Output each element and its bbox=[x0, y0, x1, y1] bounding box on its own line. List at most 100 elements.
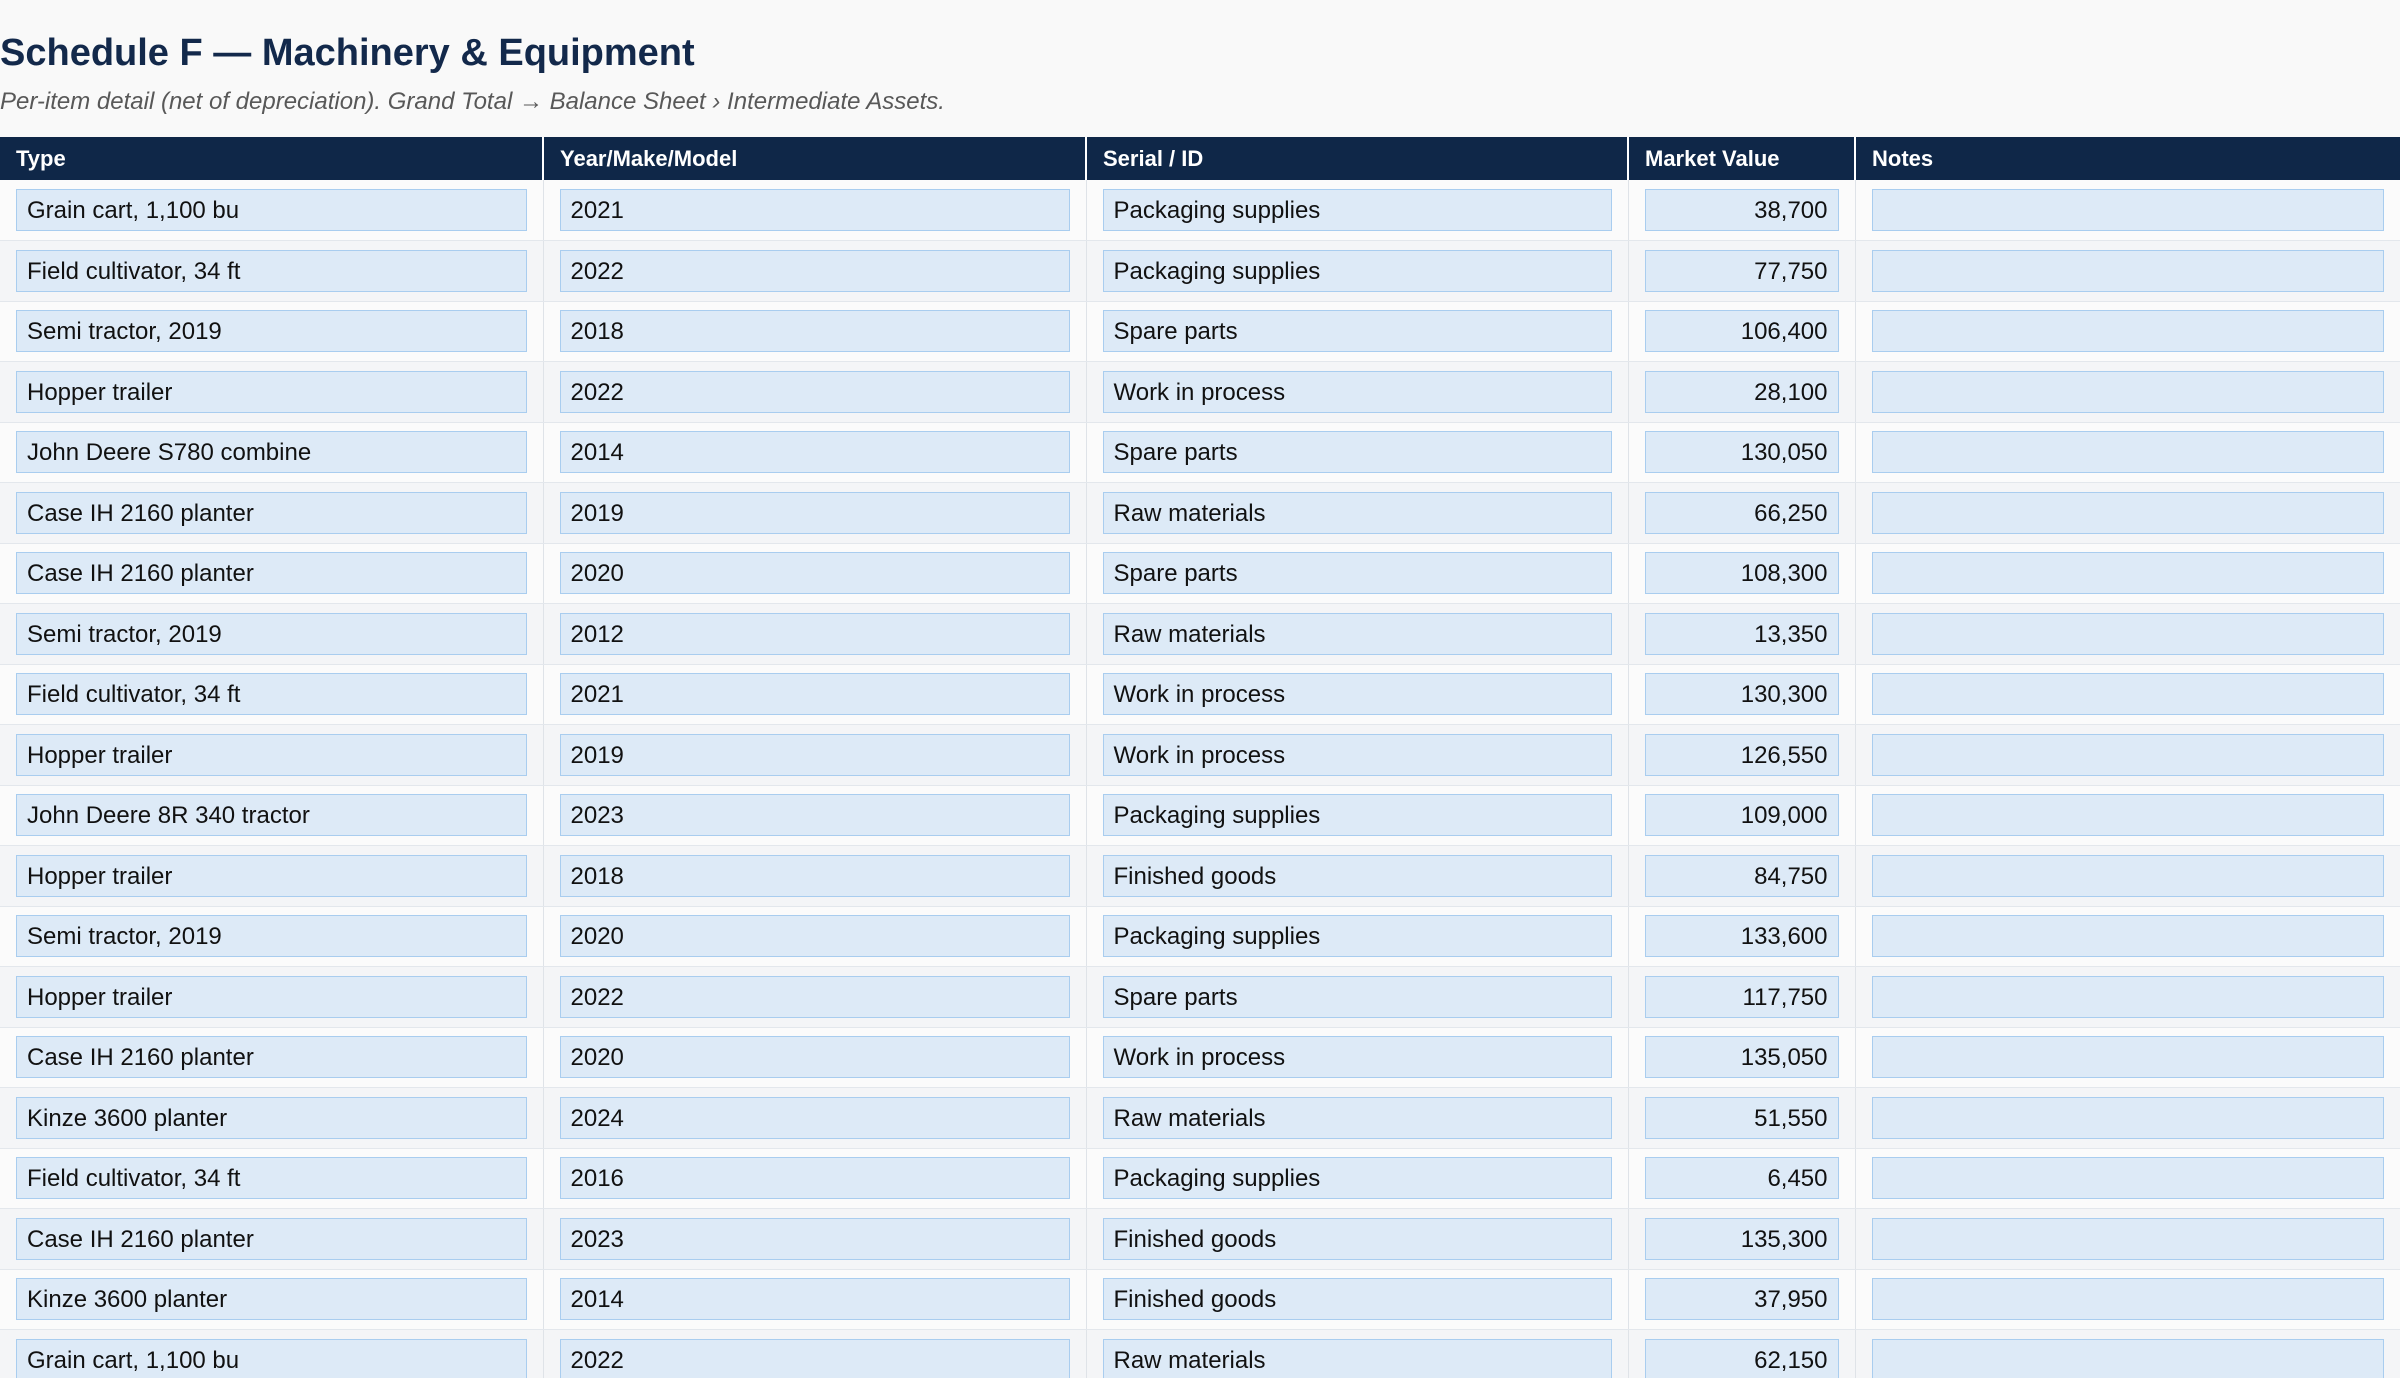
year-make-model-field[interactable]: 2021 bbox=[559, 189, 1070, 231]
type-field[interactable]: Hopper trailer bbox=[16, 975, 527, 1018]
notes-field[interactable] bbox=[1871, 1217, 2384, 1260]
type-field[interactable]: Grain cart, 1,100 bu bbox=[16, 1338, 527, 1378]
type-field[interactable]: Semi tractor, 2019 bbox=[16, 310, 527, 353]
notes-field[interactable] bbox=[1871, 370, 2384, 413]
type-field[interactable]: Field cultivator, 34 ft bbox=[16, 249, 527, 292]
serial-id-field[interactable]: Spare parts bbox=[1102, 975, 1612, 1018]
serial-id-field[interactable]: Packaging supplies bbox=[1102, 189, 1612, 231]
type-field[interactable]: Field cultivator, 34 ft bbox=[16, 1157, 527, 1200]
serial-id-field[interactable]: Packaging supplies bbox=[1102, 1157, 1612, 1200]
serial-id-field[interactable]: Packaging supplies bbox=[1102, 915, 1612, 958]
type-field[interactable]: Hopper trailer bbox=[16, 733, 527, 776]
serial-id-field[interactable]: Work in process bbox=[1102, 1036, 1612, 1079]
notes-field[interactable] bbox=[1871, 733, 2384, 776]
serial-id-field[interactable]: Raw materials bbox=[1102, 1338, 1612, 1378]
notes-field[interactable] bbox=[1871, 249, 2384, 292]
serial-id-field[interactable]: Work in process bbox=[1102, 370, 1612, 413]
notes-field[interactable] bbox=[1871, 854, 2384, 897]
type-field[interactable]: Hopper trailer bbox=[16, 370, 527, 413]
year-make-model-field[interactable]: 2022 bbox=[559, 975, 1070, 1018]
market-value-field[interactable]: 6,450 bbox=[1644, 1157, 1839, 1200]
notes-field[interactable] bbox=[1871, 491, 2384, 534]
type-field[interactable]: John Deere 8R 340 tractor bbox=[16, 794, 527, 837]
notes-field[interactable] bbox=[1871, 1036, 2384, 1079]
notes-field[interactable] bbox=[1871, 1096, 2384, 1139]
type-field[interactable]: Kinze 3600 planter bbox=[16, 1278, 527, 1321]
notes-field[interactable] bbox=[1871, 1157, 2384, 1200]
serial-id-field[interactable]: Spare parts bbox=[1102, 552, 1612, 595]
notes-field[interactable] bbox=[1871, 673, 2384, 716]
type-field[interactable]: Grain cart, 1,100 bu bbox=[16, 189, 527, 231]
year-make-model-field[interactable]: 2012 bbox=[559, 612, 1070, 655]
notes-field[interactable] bbox=[1871, 915, 2384, 958]
market-value-field[interactable]: 38,700 bbox=[1644, 189, 1839, 231]
type-field[interactable]: Field cultivator, 34 ft bbox=[16, 673, 527, 716]
type-field[interactable]: Case IH 2160 planter bbox=[16, 552, 527, 595]
serial-id-field[interactable]: Finished goods bbox=[1102, 1278, 1612, 1321]
year-make-model-field[interactable]: 2019 bbox=[559, 491, 1070, 534]
serial-id-field[interactable]: Packaging supplies bbox=[1102, 249, 1612, 292]
notes-field[interactable] bbox=[1871, 189, 2384, 231]
type-field[interactable]: Semi tractor, 2019 bbox=[16, 915, 527, 958]
notes-field[interactable] bbox=[1871, 552, 2384, 595]
serial-id-field[interactable]: Work in process bbox=[1102, 673, 1612, 716]
year-make-model-field[interactable]: 2016 bbox=[559, 1157, 1070, 1200]
year-make-model-field[interactable]: 2019 bbox=[559, 733, 1070, 776]
type-field[interactable]: Case IH 2160 planter bbox=[16, 491, 527, 534]
market-value-field[interactable]: 135,300 bbox=[1644, 1217, 1839, 1260]
year-make-model-field[interactable]: 2022 bbox=[559, 370, 1070, 413]
year-make-model-field[interactable]: 2022 bbox=[559, 1338, 1070, 1378]
type-field[interactable]: John Deere S780 combine bbox=[16, 431, 527, 474]
year-make-model-field[interactable]: 2021 bbox=[559, 673, 1070, 716]
serial-id-field[interactable]: Raw materials bbox=[1102, 1096, 1612, 1139]
serial-id-field[interactable]: Work in process bbox=[1102, 733, 1612, 776]
market-value-field[interactable]: 130,050 bbox=[1644, 431, 1839, 474]
market-value-field[interactable]: 135,050 bbox=[1644, 1036, 1839, 1079]
year-make-model-field[interactable]: 2018 bbox=[559, 854, 1070, 897]
market-value-field[interactable]: 109,000 bbox=[1644, 794, 1839, 837]
type-field[interactable]: Case IH 2160 planter bbox=[16, 1036, 527, 1079]
year-make-model-field[interactable]: 2018 bbox=[559, 310, 1070, 353]
market-value-field[interactable]: 106,400 bbox=[1644, 310, 1839, 353]
market-value-field[interactable]: 37,950 bbox=[1644, 1278, 1839, 1321]
type-field[interactable]: Case IH 2160 planter bbox=[16, 1217, 527, 1260]
year-make-model-field[interactable]: 2023 bbox=[559, 1217, 1070, 1260]
notes-field[interactable] bbox=[1871, 1278, 2384, 1321]
year-make-model-field[interactable]: 2024 bbox=[559, 1096, 1070, 1139]
notes-field[interactable] bbox=[1871, 612, 2384, 655]
serial-id-field[interactable]: Spare parts bbox=[1102, 310, 1612, 353]
type-field[interactable]: Kinze 3600 planter bbox=[16, 1096, 527, 1139]
year-make-model-field[interactable]: 2020 bbox=[559, 1036, 1070, 1079]
serial-id-field[interactable]: Finished goods bbox=[1102, 1217, 1612, 1260]
year-make-model-field[interactable]: 2022 bbox=[559, 249, 1070, 292]
type-field[interactable]: Hopper trailer bbox=[16, 854, 527, 897]
year-make-model-field[interactable]: 2023 bbox=[559, 794, 1070, 837]
serial-id-field[interactable]: Raw materials bbox=[1102, 612, 1612, 655]
serial-id-field[interactable]: Packaging supplies bbox=[1102, 794, 1612, 837]
market-value-field[interactable]: 84,750 bbox=[1644, 854, 1839, 897]
market-value-field[interactable]: 77,750 bbox=[1644, 249, 1839, 292]
market-value-field[interactable]: 66,250 bbox=[1644, 491, 1839, 534]
market-value-field[interactable]: 13,350 bbox=[1644, 612, 1839, 655]
year-make-model-field[interactable]: 2014 bbox=[559, 431, 1070, 474]
market-value-field[interactable]: 117,750 bbox=[1644, 975, 1839, 1018]
notes-field[interactable] bbox=[1871, 310, 2384, 353]
market-value-field[interactable]: 133,600 bbox=[1644, 915, 1839, 958]
notes-field[interactable] bbox=[1871, 794, 2384, 837]
notes-field[interactable] bbox=[1871, 975, 2384, 1018]
serial-id-field[interactable]: Raw materials bbox=[1102, 491, 1612, 534]
market-value-field[interactable]: 130,300 bbox=[1644, 673, 1839, 716]
year-make-model-field[interactable]: 2020 bbox=[559, 915, 1070, 958]
market-value-field[interactable]: 126,550 bbox=[1644, 733, 1839, 776]
type-field[interactable]: Semi tractor, 2019 bbox=[16, 612, 527, 655]
market-value-field[interactable]: 108,300 bbox=[1644, 552, 1839, 595]
notes-field[interactable] bbox=[1871, 1338, 2384, 1378]
market-value-field[interactable]: 28,100 bbox=[1644, 370, 1839, 413]
year-make-model-field[interactable]: 2014 bbox=[559, 1278, 1070, 1321]
serial-id-field[interactable]: Spare parts bbox=[1102, 431, 1612, 474]
serial-id-field[interactable]: Finished goods bbox=[1102, 854, 1612, 897]
market-value-field[interactable]: 62,150 bbox=[1644, 1338, 1839, 1378]
notes-field[interactable] bbox=[1871, 431, 2384, 474]
year-make-model-field[interactable]: 2020 bbox=[559, 552, 1070, 595]
market-value-field[interactable]: 51,550 bbox=[1644, 1096, 1839, 1139]
